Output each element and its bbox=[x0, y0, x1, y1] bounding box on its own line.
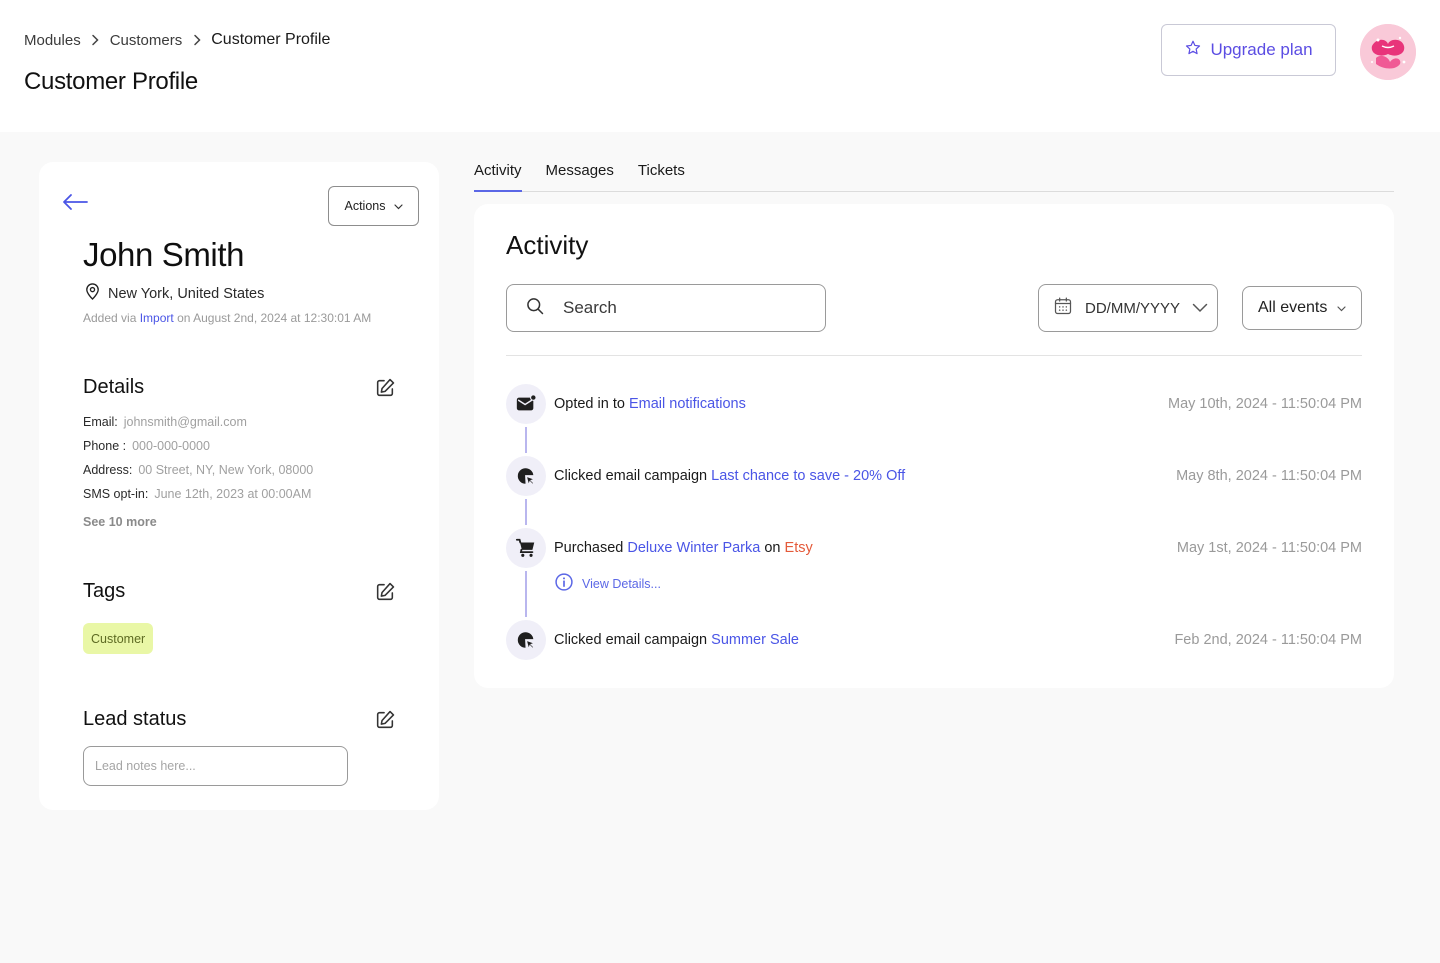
chevron-right-icon bbox=[81, 34, 110, 46]
calendar-icon bbox=[1053, 296, 1073, 320]
activity-card: Activity DD/MM/YYYY All events Opted in … bbox=[474, 204, 1394, 688]
event-timestamp: May 10th, 2024 - 11:50:04 PM bbox=[1168, 396, 1362, 412]
detail-email: Email: johnsmith@gmail.com bbox=[83, 415, 247, 429]
timeline-connector bbox=[525, 571, 527, 617]
detail-label: Phone : bbox=[83, 439, 127, 453]
event-link[interactable]: Deluxe Winter Parka bbox=[627, 540, 760, 556]
event-timestamp: May 8th, 2024 - 11:50:04 PM bbox=[1176, 468, 1362, 484]
shopping-cart-icon bbox=[506, 528, 546, 568]
view-details-label: View Details... bbox=[582, 576, 661, 591]
tag-customer[interactable]: Customer bbox=[83, 623, 154, 654]
event-description: Clicked email campaign Last chance to sa… bbox=[554, 468, 905, 484]
detail-phone: Phone : 000-000-0000 bbox=[83, 439, 210, 453]
profile-tabs: Activity Messages Tickets bbox=[474, 160, 1394, 192]
detail-address: Address: 00 Street, NY, New York, 08000 bbox=[83, 463, 313, 477]
search-input[interactable] bbox=[563, 298, 783, 318]
store-link[interactable]: Etsy bbox=[785, 540, 813, 556]
actions-label: Actions bbox=[344, 199, 386, 213]
click-cursor-icon bbox=[506, 620, 546, 660]
upgrade-plan-label: Upgrade plan bbox=[1210, 40, 1313, 59]
timeline-connector bbox=[525, 427, 527, 453]
detail-sms-optin: SMS opt-in: June 12th, 2023 at 00:00AM bbox=[83, 487, 311, 501]
event-connector: on bbox=[764, 540, 781, 556]
detail-value: 00 Street, NY, New York, 08000 bbox=[138, 463, 314, 477]
page-header: Modules Customers Customer Profile Custo… bbox=[0, 0, 1440, 132]
event-description: Opted in to Email notifications bbox=[554, 396, 746, 412]
edit-tags-icon[interactable] bbox=[374, 581, 396, 603]
event-timestamp: May 1st, 2024 - 11:50:04 PM bbox=[1176, 540, 1362, 556]
search-icon bbox=[525, 296, 545, 321]
location-text: New York, United States bbox=[108, 285, 265, 302]
tab-activity[interactable]: Activity bbox=[474, 160, 522, 192]
detail-value: 000-000-0000 bbox=[132, 439, 210, 453]
tab-tickets[interactable]: Tickets bbox=[638, 160, 685, 191]
lead-notes-input[interactable] bbox=[83, 746, 348, 786]
event-link[interactable]: Email notifications bbox=[629, 396, 746, 412]
customer-name: John Smith bbox=[83, 236, 245, 273]
event-timestamp: Feb 2nd, 2024 - 11:50:04 PM bbox=[1174, 632, 1362, 648]
date-placeholder: DD/MM/YYYY bbox=[1085, 299, 1181, 317]
detail-label: Email: bbox=[83, 415, 118, 429]
detail-value: June 12th, 2023 at 00:00AM bbox=[154, 487, 312, 501]
see-more-link[interactable]: See 10 more bbox=[83, 515, 157, 529]
event-text: Opted in to bbox=[554, 396, 625, 412]
actions-dropdown[interactable]: Actions bbox=[328, 186, 419, 226]
detail-label: Address: bbox=[83, 463, 133, 477]
event-link[interactable]: Summer Sale bbox=[711, 632, 799, 648]
event-description: Clicked email campaign Summer Sale bbox=[554, 632, 799, 648]
view-details-link[interactable]: View Details... bbox=[554, 572, 661, 595]
event-description: Purchased Deluxe Winter Parka on Etsy bbox=[554, 540, 813, 556]
click-cursor-icon bbox=[506, 456, 546, 496]
event-text: Purchased bbox=[554, 540, 624, 556]
import-link[interactable]: Import bbox=[140, 311, 174, 325]
tags-title: Tags bbox=[83, 580, 126, 602]
event-text: Clicked email campaign bbox=[554, 632, 708, 648]
breadcrumb-modules[interactable]: Modules bbox=[24, 32, 81, 49]
upgrade-plan-button[interactable]: Upgrade plan bbox=[1161, 24, 1336, 76]
timeline-connector bbox=[525, 499, 527, 525]
avatar[interactable] bbox=[1360, 24, 1416, 80]
breadcrumb-current: Customer Profile bbox=[211, 31, 331, 48]
chevron-down-icon bbox=[393, 199, 403, 213]
location-pin-icon bbox=[83, 282, 102, 305]
chevron-down-icon bbox=[1192, 300, 1208, 317]
detail-value: johnsmith@gmail.com bbox=[123, 415, 247, 429]
mail-notification-icon bbox=[506, 384, 546, 424]
event-link[interactable]: Last chance to save - 20% Off bbox=[711, 468, 905, 484]
star-icon bbox=[1184, 39, 1202, 62]
event-text: Clicked email campaign bbox=[554, 468, 708, 484]
breadcrumb: Modules Customers Customer Profile bbox=[24, 31, 330, 49]
tab-messages[interactable]: Messages bbox=[546, 160, 614, 191]
lead-status-title: Lead status bbox=[83, 708, 187, 730]
added-via-prefix: Added via bbox=[83, 311, 137, 325]
divider bbox=[506, 355, 1362, 356]
added-via-text: Added via Import on August 2nd, 2024 at … bbox=[83, 311, 371, 325]
chevron-down-icon bbox=[1337, 299, 1346, 317]
info-icon bbox=[554, 572, 574, 595]
customer-card: Actions John Smith New York, United Stat… bbox=[39, 162, 439, 810]
edit-lead-status-icon[interactable] bbox=[374, 709, 396, 731]
breadcrumb-customers[interactable]: Customers bbox=[110, 32, 183, 49]
activity-title: Activity bbox=[506, 230, 589, 260]
details-title: Details bbox=[83, 376, 145, 398]
page-title: Customer Profile bbox=[24, 68, 198, 95]
date-filter[interactable]: DD/MM/YYYY bbox=[1038, 284, 1218, 332]
events-filter-label: All events bbox=[1258, 299, 1328, 316]
detail-label: SMS opt-in: bbox=[83, 487, 149, 501]
customer-location: New York, United States bbox=[83, 282, 264, 305]
chevron-right-icon bbox=[182, 34, 211, 46]
edit-details-icon[interactable] bbox=[374, 377, 396, 399]
events-filter[interactable]: All events bbox=[1242, 286, 1362, 330]
activity-search[interactable] bbox=[506, 284, 826, 332]
added-via-suffix: on August 2nd, 2024 at 12:30:01 AM bbox=[177, 311, 372, 325]
back-arrow-icon[interactable] bbox=[61, 190, 89, 214]
